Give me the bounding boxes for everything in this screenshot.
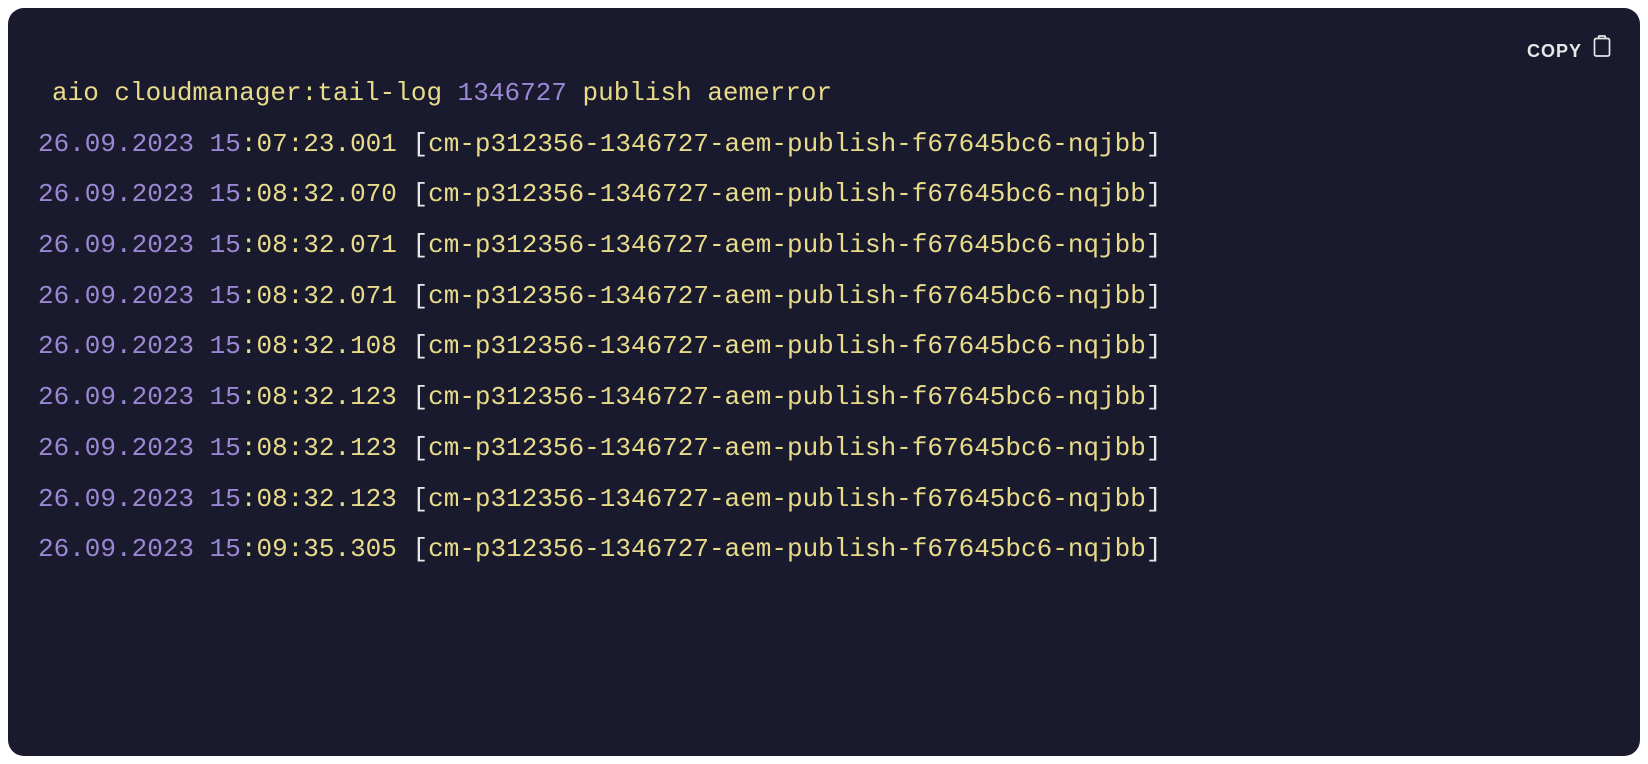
bracket-close: ] [1146,484,1162,514]
log-line: 26.09.2023 15:08:32.070 [cm-p312356-1346… [38,169,1610,220]
log-source: cm-p312356-1346727-aem-publish-f67645bc6… [428,484,1146,514]
log-gap [397,484,413,514]
log-date: 26.09.2023 [38,281,210,311]
bracket-open: [ [413,484,429,514]
bracket-close: ] [1146,534,1162,564]
log-hour: 15 [210,433,241,463]
bracket-open: [ [413,534,429,564]
log-line: 26.09.2023 15:08:32.123 [cm-p312356-1346… [38,372,1610,423]
copy-button[interactable]: COPY [1527,26,1612,77]
log-hour: 15 [210,230,241,260]
log-time-rest: :08:32.070 [241,179,397,209]
log-hour: 15 [210,484,241,514]
log-gap [397,382,413,412]
bracket-open: [ [413,129,429,159]
bracket-close: ] [1146,331,1162,361]
log-gap [397,281,413,311]
log-hour: 15 [210,129,241,159]
log-time-rest: :08:32.123 [241,382,397,412]
log-time-rest: :08:32.123 [241,433,397,463]
log-hour: 15 [210,179,241,209]
log-source: cm-p312356-1346727-aem-publish-f67645bc6… [428,382,1146,412]
log-source: cm-p312356-1346727-aem-publish-f67645bc6… [428,230,1146,260]
command-prefix: aio cloudmanager:tail-log [52,78,458,108]
bracket-close: ] [1146,433,1162,463]
log-line: 26.09.2023 15:08:32.108 [cm-p312356-1346… [38,321,1610,372]
command-number: 1346727 [458,78,567,108]
bracket-close: ] [1146,230,1162,260]
log-gap [397,129,413,159]
log-hour: 15 [210,534,241,564]
terminal-panel: COPY aio cloudmanager:tail-log 1346727 p… [8,8,1640,756]
log-source: cm-p312356-1346727-aem-publish-f67645bc6… [428,331,1146,361]
log-source: cm-p312356-1346727-aem-publish-f67645bc6… [428,433,1146,463]
log-date: 26.09.2023 [38,433,210,463]
log-date: 26.09.2023 [38,382,210,412]
bracket-open: [ [413,281,429,311]
log-source: cm-p312356-1346727-aem-publish-f67645bc6… [428,179,1146,209]
log-line: 26.09.2023 15:08:32.071 [cm-p312356-1346… [38,220,1610,271]
command-suffix: publish aemerror [567,78,832,108]
log-hour: 15 [210,382,241,412]
log-source: cm-p312356-1346727-aem-publish-f67645bc6… [428,534,1146,564]
log-date: 26.09.2023 [38,129,210,159]
log-source: cm-p312356-1346727-aem-publish-f67645bc6… [428,129,1146,159]
log-time-rest: :08:32.071 [241,230,397,260]
bracket-open: [ [413,230,429,260]
bracket-close: ] [1146,382,1162,412]
command-line: aio cloudmanager:tail-log 1346727 publis… [38,68,1610,119]
bracket-open: [ [413,433,429,463]
log-gap [397,534,413,564]
log-line: 26.09.2023 15:09:35.305 [cm-p312356-1346… [38,524,1610,575]
log-line: 26.09.2023 15:08:32.123 [cm-p312356-1346… [38,423,1610,474]
log-line: 26.09.2023 15:08:32.071 [cm-p312356-1346… [38,271,1610,322]
log-hour: 15 [210,331,241,361]
log-time-rest: :08:32.071 [241,281,397,311]
log-gap [397,331,413,361]
bracket-close: ] [1146,129,1162,159]
log-gap [397,179,413,209]
log-date: 26.09.2023 [38,534,210,564]
log-hour: 15 [210,281,241,311]
log-time-rest: :08:32.108 [241,331,397,361]
log-date: 26.09.2023 [38,179,210,209]
log-gap [397,433,413,463]
log-date: 26.09.2023 [38,484,210,514]
clipboard-icon [1592,26,1612,77]
log-date: 26.09.2023 [38,331,210,361]
log-time-rest: :08:32.123 [241,484,397,514]
bracket-open: [ [413,331,429,361]
log-date: 26.09.2023 [38,230,210,260]
bracket-close: ] [1146,281,1162,311]
log-source: cm-p312356-1346727-aem-publish-f67645bc6… [428,281,1146,311]
bracket-open: [ [413,179,429,209]
bracket-close: ] [1146,179,1162,209]
log-time-rest: :07:23.001 [241,129,397,159]
log-gap [397,230,413,260]
copy-label: COPY [1527,34,1582,69]
log-line: 26.09.2023 15:08:32.123 [cm-p312356-1346… [38,474,1610,525]
log-time-rest: :09:35.305 [241,534,397,564]
log-line: 26.09.2023 15:07:23.001 [cm-p312356-1346… [38,119,1610,170]
code-content: aio cloudmanager:tail-log 1346727 publis… [38,68,1610,575]
bracket-open: [ [413,382,429,412]
